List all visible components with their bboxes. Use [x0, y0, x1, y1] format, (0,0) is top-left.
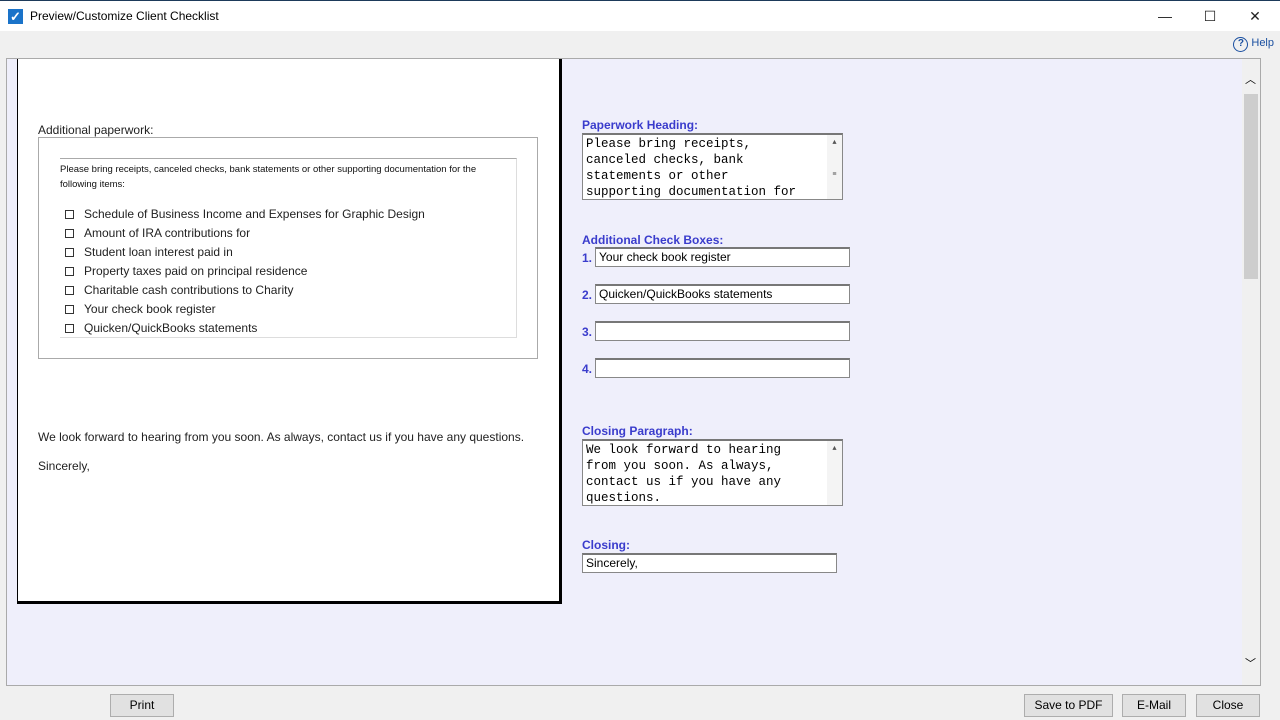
textarea-scrollbar[interactable]: ▲≡▼ — [827, 135, 842, 199]
closing-paragraph-textarea[interactable]: We look forward to hearing from you soon… — [582, 439, 843, 506]
checkbox-icon — [65, 229, 74, 238]
check-box-input-2[interactable]: Quicken/QuickBooks statements — [595, 284, 850, 304]
help-icon: ? — [1233, 37, 1249, 52]
maximize-button[interactable]: ☐ — [1195, 5, 1225, 27]
checklist-item-label: Property taxes paid on principal residen… — [84, 264, 308, 278]
print-button[interactable]: Print — [110, 694, 174, 717]
paperwork-heading: Additional paperwork: — [38, 123, 154, 137]
minimize-button[interactable]: — — [1150, 5, 1180, 27]
checklist-item-label: Charitable cash contributions to Charity — [84, 283, 294, 297]
checklist-item-label: Quicken/QuickBooks statements — [84, 321, 258, 335]
checklist-item: Student loan interest paid in — [65, 245, 233, 259]
check-box-number: 1. — [582, 251, 593, 265]
checklist-item-label: Amount of IRA contributions for — [84, 226, 251, 240]
scroll-down-icon[interactable]: ﹀ — [1245, 655, 1256, 671]
check-box-number: 3. — [582, 325, 593, 339]
checkbox-icon — [65, 210, 74, 219]
preview-page: Additional paperwork: Please bring recei… — [17, 59, 562, 604]
paperwork-heading-label: Paperwork Heading: — [582, 118, 699, 132]
closing-paragraph-value: We look forward to hearing from you soon… — [586, 443, 782, 505]
window-title: Preview/Customize Client Checklist — [30, 9, 219, 23]
checklist-item-label: Student loan interest paid in — [84, 245, 233, 259]
checklist-item: Your check book register — [65, 302, 216, 316]
email-button[interactable]: E-Mail — [1122, 694, 1186, 717]
paperwork-intro: Please bring receipts, canceled checks, … — [60, 164, 477, 190]
textarea-scrollbar[interactable]: ▲▼ — [827, 441, 842, 505]
paperwork-inner: Please bring receipts, canceled checks, … — [60, 158, 517, 338]
closing-paragraph-label: Closing Paragraph: — [582, 424, 693, 438]
checkbox-icon — [65, 305, 74, 314]
paperwork-heading-textarea[interactable]: Please bring receipts, canceled checks, … — [582, 133, 843, 200]
closing-input[interactable]: Sincerely, — [582, 553, 837, 573]
vertical-scrollbar[interactable]: ︿ ﹀ — [1242, 59, 1260, 685]
check-box-input-1[interactable]: Your check book register — [595, 247, 850, 267]
save-to-pdf-button[interactable]: Save to PDF — [1024, 694, 1113, 717]
paperwork-box: Please bring receipts, canceled checks, … — [38, 137, 538, 359]
checklist-item-label: Schedule of Business Income and Expenses… — [84, 207, 425, 221]
title-bar: ✓ Preview/Customize Client Checklist — ☐… — [0, 0, 1280, 31]
checklist-item: Charitable cash contributions to Charity — [65, 283, 293, 297]
checkbox-icon — [65, 324, 74, 333]
help-link[interactable]: ? Help — [1233, 37, 1274, 52]
checklist-item: Quicken/QuickBooks statements — [65, 321, 257, 335]
checklist-item: Amount of IRA contributions for — [65, 226, 250, 240]
checkbox-icon — [65, 248, 74, 257]
help-label: Help — [1251, 37, 1274, 49]
checkbox-icon — [65, 267, 74, 276]
checklist-item-label: Your check book register — [84, 302, 216, 316]
checklist-app-icon: ✓ — [8, 9, 23, 24]
check-box-number: 4. — [582, 362, 593, 376]
check-box-input-3[interactable] — [595, 321, 850, 341]
scrollbar-thumb[interactable] — [1244, 94, 1258, 279]
check-box-number: 2. — [582, 288, 593, 302]
closing-label: Closing: — [582, 538, 630, 552]
content-area: Additional paperwork: Please bring recei… — [6, 58, 1261, 686]
closing-paragraph-text: We look forward to hearing from you soon… — [38, 430, 525, 444]
check-boxes-label: Additional Check Boxes: — [582, 233, 724, 247]
paperwork-heading-value: Please bring receipts, canceled checks, … — [586, 137, 797, 199]
closing-text: Sincerely, — [38, 459, 90, 473]
checklist-item: Schedule of Business Income and Expenses… — [65, 207, 425, 221]
checklist-item: Property taxes paid on principal residen… — [65, 264, 307, 278]
check-box-input-4[interactable] — [595, 358, 850, 378]
close-button[interactable]: Close — [1196, 694, 1260, 717]
close-window-button[interactable]: ✕ — [1240, 5, 1270, 27]
scroll-up-icon[interactable]: ︿ — [1245, 71, 1256, 87]
checkbox-icon — [65, 286, 74, 295]
